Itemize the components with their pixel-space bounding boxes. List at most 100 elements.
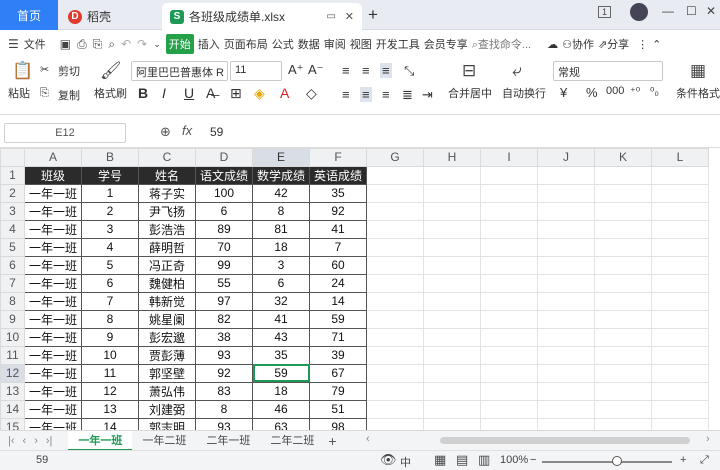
- data-cell[interactable]: 6: [252, 273, 310, 293]
- empty-cell[interactable]: [423, 309, 481, 329]
- empty-cell[interactable]: [366, 201, 424, 221]
- name-box[interactable]: E12: [4, 123, 126, 143]
- empty-cell[interactable]: [537, 165, 595, 185]
- data-cell[interactable]: 41: [309, 219, 367, 239]
- align-center-icon[interactable]: ≡: [360, 87, 372, 102]
- empty-cell[interactable]: [594, 363, 652, 383]
- data-cell[interactable]: 一年一班: [24, 255, 82, 275]
- empty-cell[interactable]: [651, 273, 709, 293]
- data-cell[interactable]: 18: [252, 381, 310, 401]
- data-cell[interactable]: 83: [195, 381, 253, 401]
- menu-start[interactable]: 开始: [165, 34, 194, 54]
- command-search[interactable]: ⌕查找命令...: [472, 36, 531, 52]
- bold-icon[interactable]: B: [138, 85, 148, 101]
- empty-cell[interactable]: [480, 183, 538, 203]
- column-header-i[interactable]: I: [480, 148, 538, 167]
- data-cell[interactable]: 55: [195, 273, 253, 293]
- fullscreen-icon[interactable]: ⤢: [700, 454, 709, 467]
- empty-cell[interactable]: [423, 417, 481, 430]
- menu-page-layout[interactable]: 页面布局: [224, 36, 268, 52]
- column-header-e[interactable]: E: [252, 148, 310, 167]
- save-icon[interactable]: ▣: [60, 37, 71, 51]
- empty-cell[interactable]: [651, 363, 709, 383]
- align-bottom-icon[interactable]: ≡: [380, 63, 392, 78]
- menu-member[interactable]: 会员专享: [424, 36, 468, 52]
- empty-cell[interactable]: [423, 381, 481, 401]
- menu-review[interactable]: 审阅: [324, 36, 346, 52]
- data-cell[interactable]: 7: [309, 237, 367, 257]
- data-cell[interactable]: 一年一班: [24, 219, 82, 239]
- empty-cell[interactable]: [423, 273, 481, 293]
- empty-cell[interactable]: [594, 345, 652, 365]
- data-cell[interactable]: 12: [81, 381, 139, 401]
- empty-cell[interactable]: [480, 255, 538, 275]
- empty-cell[interactable]: [423, 345, 481, 365]
- scroll-right-icon[interactable]: ›: [706, 433, 710, 445]
- next-sheet-icon[interactable]: ›: [34, 435, 38, 447]
- data-cell[interactable]: 63: [252, 417, 310, 430]
- zoom-slider-knob[interactable]: [612, 456, 622, 466]
- number-format-select[interactable]: 常规: [553, 61, 663, 81]
- row-header[interactable]: 3: [0, 201, 25, 221]
- column-header-f[interactable]: F: [309, 148, 367, 167]
- data-cell[interactable]: 贾彭薄: [138, 345, 196, 365]
- data-cell[interactable]: 81: [252, 219, 310, 239]
- empty-cell[interactable]: [651, 255, 709, 275]
- data-cell[interactable]: 51: [309, 399, 367, 419]
- empty-cell[interactable]: [423, 183, 481, 203]
- row-header[interactable]: 10: [0, 327, 25, 347]
- data-cell[interactable]: 35: [252, 345, 310, 365]
- maximize-icon[interactable]: ☐: [686, 4, 697, 18]
- empty-cell[interactable]: [480, 309, 538, 329]
- empty-cell[interactable]: [537, 399, 595, 419]
- empty-cell[interactable]: [594, 399, 652, 419]
- data-cell[interactable]: 4: [81, 237, 139, 257]
- collapse-ribbon-icon[interactable]: ⌃: [652, 38, 661, 51]
- empty-cell[interactable]: [651, 165, 709, 185]
- data-cell[interactable]: 一年一班: [24, 417, 82, 430]
- empty-cell[interactable]: [594, 381, 652, 401]
- empty-cell[interactable]: [594, 417, 652, 430]
- clear-icon[interactable]: ◇: [306, 85, 317, 102]
- row-header[interactable]: 13: [0, 381, 25, 401]
- empty-cell[interactable]: [651, 399, 709, 419]
- empty-cell[interactable]: [537, 219, 595, 239]
- row-header[interactable]: 6: [0, 255, 25, 275]
- data-cell[interactable]: 97: [195, 291, 253, 311]
- row-header[interactable]: 9: [0, 309, 25, 329]
- align-right-icon[interactable]: ≡: [382, 87, 390, 102]
- undo-icon[interactable]: ↶: [121, 37, 131, 51]
- share-button[interactable]: ⇗分享: [598, 36, 629, 52]
- empty-cell[interactable]: [594, 255, 652, 275]
- data-cell[interactable]: 41: [252, 309, 310, 329]
- data-cell[interactable]: 一年一班: [24, 273, 82, 293]
- underline-icon[interactable]: U: [184, 85, 194, 101]
- data-cell[interactable]: 3: [81, 219, 139, 239]
- empty-cell[interactable]: [651, 291, 709, 311]
- header-cell[interactable]: 班级: [24, 165, 82, 185]
- empty-cell[interactable]: [423, 219, 481, 239]
- chevron-down-icon[interactable]: ⌄: [153, 39, 161, 50]
- data-cell[interactable]: 1: [81, 183, 139, 203]
- data-cell[interactable]: 10: [81, 345, 139, 365]
- data-cell[interactable]: 93: [195, 417, 253, 430]
- column-header-a[interactable]: A: [24, 148, 82, 167]
- empty-cell[interactable]: [651, 327, 709, 347]
- empty-cell[interactable]: [480, 219, 538, 239]
- data-cell[interactable]: 9: [81, 327, 139, 347]
- align-left-icon[interactable]: ≡: [342, 87, 350, 102]
- zoom-in-icon[interactable]: +: [680, 454, 686, 466]
- menu-view[interactable]: 视图: [350, 36, 372, 52]
- column-header-h[interactable]: H: [423, 148, 481, 167]
- page-break-view-icon[interactable]: ▥: [478, 452, 490, 468]
- tab-count-badge[interactable]: 1: [598, 6, 612, 18]
- first-sheet-icon[interactable]: |‹: [8, 435, 15, 447]
- empty-cell[interactable]: [366, 165, 424, 185]
- data-cell[interactable]: 彭宏邈: [138, 327, 196, 347]
- empty-cell[interactable]: [537, 309, 595, 329]
- font-color-icon[interactable]: A: [280, 85, 289, 101]
- header-cell[interactable]: 语文成绩: [195, 165, 253, 185]
- data-cell[interactable]: 32: [252, 291, 310, 311]
- sheet-tab-1[interactable]: 一年一班: [68, 430, 133, 451]
- align-top-icon[interactable]: ≡: [342, 63, 350, 78]
